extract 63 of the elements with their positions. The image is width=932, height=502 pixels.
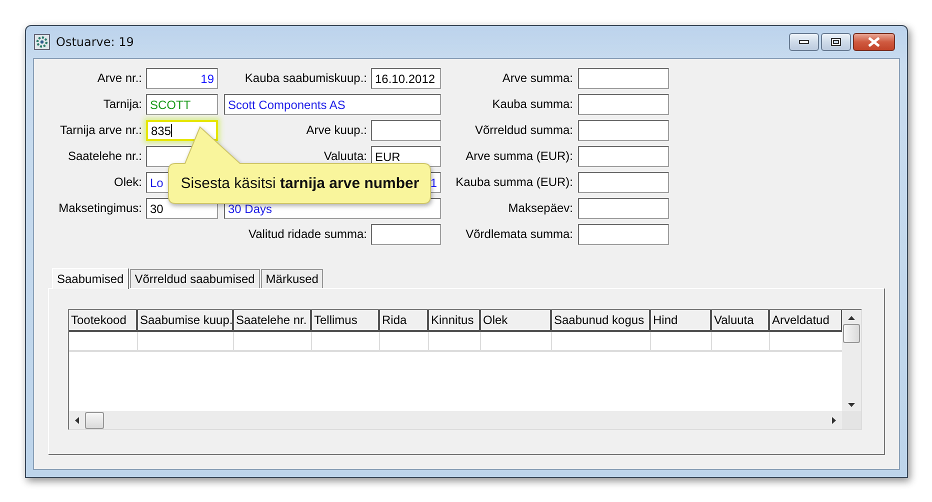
input-field[interactable] xyxy=(578,68,669,88)
input-field[interactable]: SCOTT xyxy=(146,94,218,114)
close-button[interactable] xyxy=(853,33,895,51)
tab[interactable]: Saabumised xyxy=(52,268,129,289)
field-label: Saatelehe nr.: xyxy=(66,149,142,163)
scroll-left-icon[interactable] xyxy=(75,416,79,424)
vertical-scrollbar[interactable] xyxy=(842,310,861,411)
input-field[interactable]: 19 xyxy=(146,68,218,88)
column-header[interactable]: Hind xyxy=(651,310,712,330)
input-field[interactable] xyxy=(578,120,669,140)
field-label: Kauba summa: xyxy=(491,97,573,111)
field-label: Arve summa: xyxy=(501,71,573,85)
horizontal-scrollbar[interactable] xyxy=(69,411,842,429)
scroll-right-icon[interactable] xyxy=(832,416,836,424)
tab[interactable]: Võrreldud saabumised xyxy=(130,269,260,288)
maximize-button[interactable] xyxy=(821,33,851,51)
tab[interactable]: Märkused xyxy=(260,269,324,288)
field-label: Maksepäev: xyxy=(507,201,573,215)
tooltip-text: Sisesta käsitsi tarnija arve number xyxy=(180,175,420,192)
input-field[interactable] xyxy=(578,146,669,166)
column-header[interactable]: Saatelehe nr. xyxy=(234,310,312,330)
field-label: Võrreldud summa: xyxy=(474,123,573,137)
input-field[interactable]: 16.10.2012 xyxy=(371,68,441,88)
field-label: Tarnija arve nr.: xyxy=(58,123,142,137)
column-header[interactable]: Olek xyxy=(481,310,552,330)
column-header[interactable]: Saabunud kogus xyxy=(552,310,651,330)
column-header[interactable]: Kinnitus xyxy=(429,310,481,330)
field-label: Olek: xyxy=(112,175,142,189)
scroll-thumb[interactable] xyxy=(85,412,104,428)
column-header[interactable]: Tellimus xyxy=(312,310,380,330)
field-label: Võrdlemata summa: xyxy=(464,227,573,241)
column-header[interactable]: Saabumise kuup. xyxy=(138,310,234,330)
input-field[interactable] xyxy=(371,224,441,244)
minimize-icon xyxy=(799,40,809,44)
column-header[interactable]: Arveldatud xyxy=(770,310,842,330)
input-field[interactable] xyxy=(578,94,669,114)
field-label: Kauba summa (EUR): xyxy=(454,175,573,189)
close-icon xyxy=(868,37,880,47)
column-header[interactable]: Tootekood xyxy=(69,310,138,330)
field-label: Tarnija: xyxy=(102,97,142,111)
input-field[interactable] xyxy=(578,224,669,244)
scroll-up-icon[interactable] xyxy=(848,316,855,320)
field-label: Valitud ridade summa: xyxy=(248,227,367,241)
input-field[interactable] xyxy=(371,120,441,140)
input-field[interactable]: 835 xyxy=(146,120,218,140)
field-label: Valuuta: xyxy=(322,149,367,163)
column-header[interactable]: Valuuta xyxy=(712,310,770,330)
column-header[interactable]: Rida xyxy=(380,310,429,330)
input-field[interactable]: Scott Components AS xyxy=(224,94,441,114)
field-label: Kauba saabumiskuup.: xyxy=(244,71,367,85)
scrollbar-corner xyxy=(842,411,861,429)
gear-icon xyxy=(34,34,50,50)
scroll-thumb[interactable] xyxy=(843,324,860,343)
field-label: Arve kuup.: xyxy=(305,123,367,137)
maximize-icon xyxy=(831,38,841,46)
window-title: Ostuarve: 19 xyxy=(56,35,134,49)
field-label: Maksetingimus: xyxy=(58,201,142,215)
input-field[interactable] xyxy=(578,198,669,218)
input-field[interactable] xyxy=(578,172,669,192)
field-label: Arve summa (EUR): xyxy=(464,149,573,163)
scroll-down-icon[interactable] xyxy=(848,403,855,407)
field-label: Arve nr.: xyxy=(96,71,142,85)
minimize-button[interactable] xyxy=(789,33,819,51)
